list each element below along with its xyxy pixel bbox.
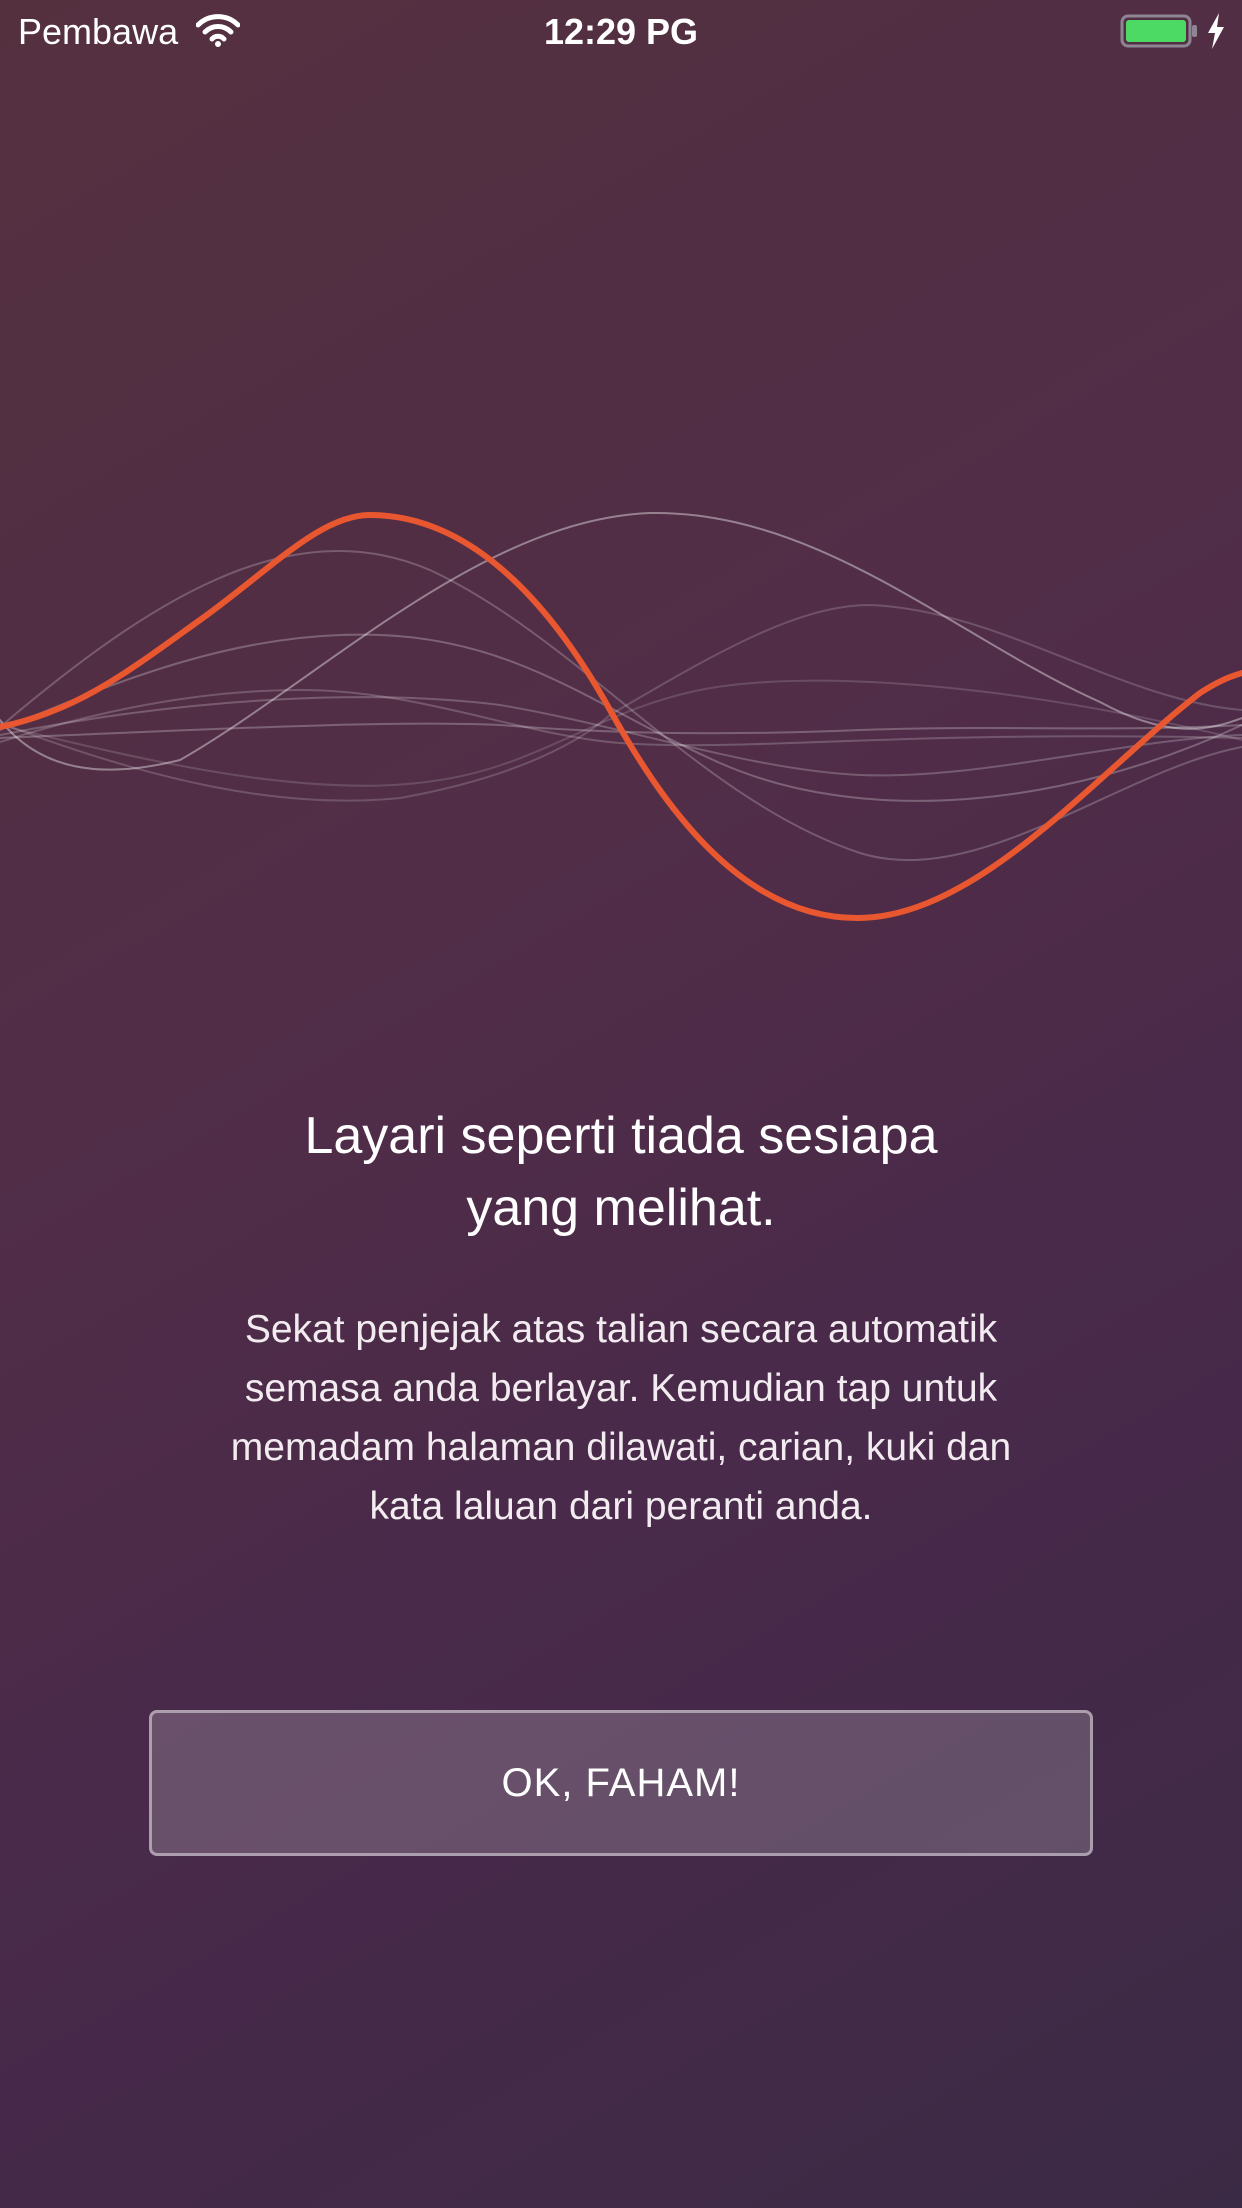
wave-accent-line xyxy=(0,511,1242,922)
onboarding-screen: Pembawa 12:29 PG Layari seperti tiada se… xyxy=(0,0,1242,2208)
charging-icon xyxy=(1208,13,1224,49)
wave-line xyxy=(0,603,1242,802)
wave-line xyxy=(0,688,1242,747)
wave-line xyxy=(0,633,1242,802)
onboarding-description: Sekat penjejak atas talian secara automa… xyxy=(171,1300,1071,1536)
sound-wave-illustration xyxy=(0,511,1242,922)
headline-line-1: Layari seperti tiada sesiapa xyxy=(304,1107,938,1165)
description-line-2: semasa anda berlayar. Kemudian tap untuk xyxy=(244,1367,998,1410)
ok-got-it-button[interactable]: OK, FAHAM! xyxy=(149,1710,1093,1856)
wave-line xyxy=(0,549,1242,861)
description-line-4: kata laluan dari peranti anda. xyxy=(369,1485,873,1528)
status-bar: Pembawa 12:29 PG xyxy=(0,0,1242,62)
onboarding-headline: Layari seperti tiada sesiapa yang meliha… xyxy=(121,1100,1121,1244)
description-line-3: memadam halaman dilawati, carian, kuki d… xyxy=(230,1426,1012,1469)
description-line-1: Sekat penjejak atas talian secara automa… xyxy=(244,1308,998,1351)
headline-line-2: yang melihat. xyxy=(466,1179,776,1237)
status-time: 12:29 PG xyxy=(543,11,699,52)
battery-icon xyxy=(1120,14,1197,48)
